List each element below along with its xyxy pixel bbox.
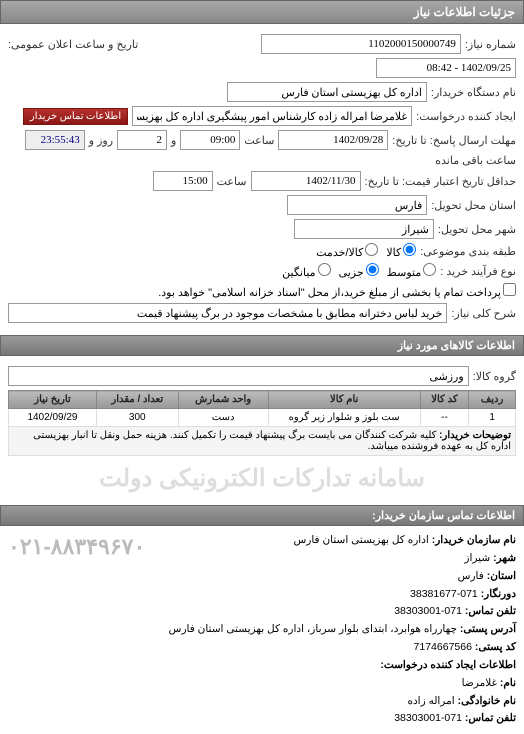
goods-group-label: گروه کالا:: [473, 370, 516, 383]
time-label-2: ساعت: [217, 175, 247, 188]
th-name: نام کالا: [268, 391, 420, 409]
creator-input[interactable]: [132, 106, 412, 126]
th-code: کد کالا: [420, 391, 469, 409]
name-label: نام:: [500, 677, 516, 689]
days-label: روز و: [89, 134, 113, 147]
group-type-label: طبقه بندی موضوعی:: [420, 245, 516, 258]
buyer-org-input[interactable]: [227, 82, 427, 102]
th-date: تاریخ نیاز: [9, 391, 97, 409]
address-value: چهارراه هوابرد، ابتدای بلوار سرباز، ادار…: [169, 623, 457, 635]
time-label-1: ساعت: [244, 134, 274, 147]
goods-header: اطلاعات کالاهای مورد نیاز: [0, 335, 524, 356]
pt-avg-option[interactable]: میانگین: [282, 263, 330, 279]
pt-partial-radio[interactable]: [366, 263, 379, 276]
pt-medium-option[interactable]: متوسط: [387, 263, 437, 279]
postal-value: 7174667566: [414, 641, 472, 653]
cell-qty: 300: [96, 409, 178, 427]
deadline-send-label: مهلت ارسال پاسخ: تا تاریخ:: [392, 134, 516, 147]
pt-partial-text: جزیی: [339, 267, 364, 279]
announce-input[interactable]: [376, 58, 516, 78]
summary-label: شرح کلی نیاز:: [451, 307, 516, 320]
group-type-radios: کالا کالا/خدمت: [316, 243, 416, 259]
phone-label: تلفن تماس:: [465, 605, 516, 617]
c-city-value: شیراز: [464, 552, 490, 564]
announce-label: تاریخ و ساعت اعلان عمومی:: [8, 38, 138, 51]
remaining-label: ساعت باقی مانده: [435, 154, 516, 167]
valid-until-label: حداقل تاریخ اعتبار قیمت: تا تاریخ:: [365, 175, 516, 188]
creator-header: اطلاعات ایجاد کننده درخواست:: [380, 659, 516, 671]
creator-phone-value: 071-38303001: [394, 712, 462, 724]
watermark: سامانه تدارکات الکترونیکی دولت: [8, 460, 516, 497]
creator-phone-label: تلفن تماس:: [465, 712, 516, 724]
postal-label: کد پستی:: [475, 641, 516, 653]
fax-value: 071-38381677: [410, 588, 478, 600]
table-desc-row: توضیحات خریدار: کلیه شرکت کنندگان می بای…: [9, 427, 516, 456]
days-input[interactable]: [117, 130, 167, 150]
purchase-type-label: نوع فرآیند خرید :: [440, 265, 516, 278]
summary-input[interactable]: [8, 303, 447, 323]
creator-label: ایجاد کننده درخواست:: [416, 110, 516, 123]
contact-header: اطلاعات تماس سازمان خریدار:: [0, 505, 524, 526]
pt-medium-text: متوسط: [387, 267, 422, 279]
lname-value: امراله زاده: [407, 695, 454, 707]
city-label: شهر محل تحویل:: [438, 223, 516, 236]
remaining-time-input: [25, 130, 85, 150]
group-kala-text: کالا: [386, 247, 401, 259]
valid-until-date-input[interactable]: [251, 171, 361, 191]
request-no-input[interactable]: [261, 34, 461, 54]
goods-group-input[interactable]: [8, 366, 469, 386]
cell-row: 1: [469, 409, 516, 427]
cell-code: --: [420, 409, 469, 427]
province-input[interactable]: [287, 195, 427, 215]
payment-note-text: پرداخت تمام یا بخشی از مبلغ خرید،از محل …: [158, 287, 501, 299]
payment-note-checkbox[interactable]: [503, 283, 516, 296]
deadline-send-date-input[interactable]: [278, 130, 388, 150]
group-kala-option[interactable]: کالا: [386, 243, 416, 259]
name-value: غلامرضا: [462, 677, 497, 689]
c-city-label: شهر:: [493, 552, 516, 564]
group-kala-radio[interactable]: [403, 243, 416, 256]
panel-title: جزئیات اطلاعات نیاز: [0, 0, 524, 24]
goods-table: ردیف کد کالا نام کالا واحد شمارش تعداد /…: [8, 390, 516, 456]
lname-label: نام خانوادگی:: [458, 695, 516, 707]
table-row: 1 -- ست بلوز و شلوار زیر گروه دست 300 14…: [9, 409, 516, 427]
th-qty: تعداد / مقدار: [96, 391, 178, 409]
deadline-send-time-input[interactable]: [180, 130, 240, 150]
group-service-text: کالا/خدمت: [316, 247, 363, 259]
buyer-org-label: نام دستگاه خریدار:: [431, 86, 516, 99]
phone-value: 071-38303001: [394, 605, 462, 617]
address-label: آدرس پستی:: [460, 623, 516, 635]
org-name-value: اداره کل بهزیستی استان فارس: [293, 534, 428, 546]
valid-until-time-input[interactable]: [153, 171, 213, 191]
fax-label: دورنگار:: [481, 588, 516, 600]
cell-name: ست بلوز و شلوار زیر گروه: [268, 409, 420, 427]
th-row: ردیف: [469, 391, 516, 409]
th-unit: واحد شمارش: [178, 391, 268, 409]
group-service-option[interactable]: کالا/خدمت: [316, 243, 378, 259]
cell-unit: دست: [178, 409, 268, 427]
city-input[interactable]: [294, 219, 434, 239]
big-phone: ۰۲۱-۸۸۳۴۹۶۷۰: [8, 528, 145, 565]
purchase-type-radios: متوسط جزیی میانگین: [282, 263, 436, 279]
contact-buyer-button[interactable]: اطلاعات تماس خریدار: [23, 108, 128, 125]
cell-date: 1402/09/29: [9, 409, 97, 427]
province-label: استان محل تحویل:: [431, 199, 516, 212]
pt-partial-option[interactable]: جزیی: [339, 263, 379, 279]
pt-avg-radio[interactable]: [318, 263, 331, 276]
pt-medium-radio[interactable]: [423, 263, 436, 276]
org-name-label: نام سازمان خریدار:: [432, 534, 516, 546]
request-no-label: شماره نیاز:: [465, 38, 516, 51]
desc-label: توضیحات خریدار:: [439, 430, 511, 441]
and-label: و: [171, 134, 176, 147]
group-service-radio[interactable]: [365, 243, 378, 256]
pt-avg-text: میانگین: [282, 267, 315, 279]
contact-section: ۰۲۱-۸۸۳۴۹۶۷۰ نام سازمان خریدار: اداره کل…: [0, 526, 524, 734]
payment-note-option[interactable]: پرداخت تمام یا بخشی از مبلغ خرید،از محل …: [158, 283, 516, 299]
